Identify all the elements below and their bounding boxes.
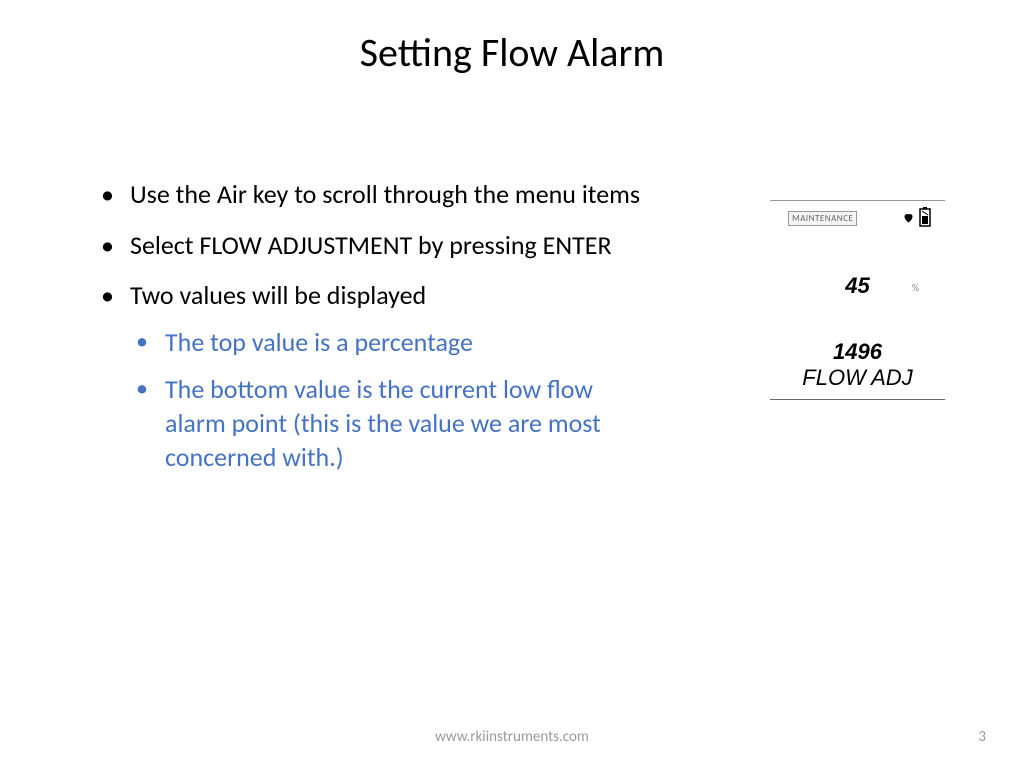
sub-bullet-item: The bottom value is the current low flow… [130, 373, 655, 474]
bullet-text: Two values will be displayed [130, 279, 426, 311]
percent-symbol: % [912, 281, 919, 294]
bullet-item: Use the Air key to scroll through the me… [95, 178, 655, 211]
heart-icon [902, 210, 915, 229]
bullet-item: Two values will be displayed The top val… [95, 279, 655, 475]
device-bottom-value: 1496 [770, 339, 945, 365]
sub-bullet-item: The top value is a percentage [130, 326, 655, 360]
footer-url: www.rkiinstruments.com [0, 728, 1024, 746]
mode-badge: MAINTENANCE [788, 211, 857, 226]
page-number: 3 [978, 728, 986, 746]
bullet-item: Select FLOW ADJUSTMENT by pressing ENTER [95, 229, 655, 262]
body-content: Use the Air key to scroll through the me… [95, 178, 655, 493]
status-icons [902, 207, 931, 232]
sub-bullet-list: The top value is a percentage The bottom… [130, 326, 655, 475]
slide: Setting Flow Alarm Use the Air key to sc… [0, 0, 1024, 768]
device-screen-figure: MAINTENANCE 45 % 1496 FLOW ADJ [770, 200, 945, 400]
page-title: Setting Flow Alarm [0, 28, 1024, 77]
bullet-list: Use the Air key to scroll through the me… [95, 178, 655, 475]
device-label: FLOW ADJ [770, 365, 945, 391]
battery-icon [919, 207, 931, 232]
